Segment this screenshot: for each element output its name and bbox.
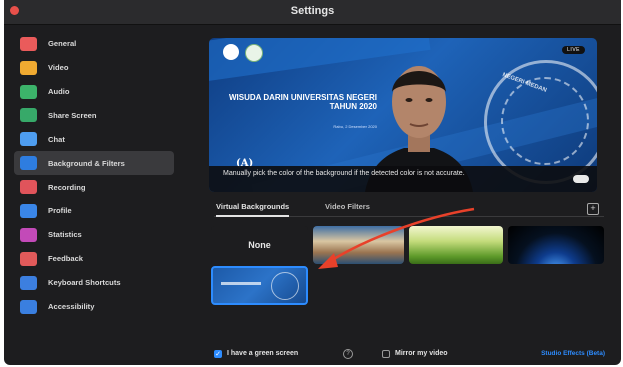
- profile-icon: [20, 203, 37, 218]
- sidebar-item-background-filters[interactable]: Background & Filters: [14, 151, 174, 175]
- thumbnail-text-mark: [221, 282, 261, 285]
- accessibility-icon: [20, 299, 37, 314]
- sidebar-item-label: Audio: [48, 87, 70, 97]
- mirror-video-checkbox[interactable]: [382, 350, 390, 358]
- tab-virtual-backgrounds[interactable]: Virtual Backgrounds: [216, 202, 290, 217]
- keyboard-icon: [20, 275, 37, 290]
- sidebar-item-label: Chat: [48, 134, 65, 144]
- sidebar-item-recording[interactable]: Recording: [14, 175, 174, 199]
- sidebar-item-label: Statistics: [48, 230, 82, 240]
- sidebar-item-chat[interactable]: Chat: [14, 128, 174, 152]
- sidebar-item-label: Keyboard Shortcuts: [48, 278, 121, 288]
- sidebar-item-profile[interactable]: Profile: [14, 199, 174, 223]
- sidebar-item-feedback[interactable]: Feedback: [14, 247, 174, 271]
- institution-logo: [223, 44, 239, 60]
- add-background-icon[interactable]: +: [587, 203, 599, 215]
- live-badge: LIVE: [562, 46, 585, 54]
- sidebar-item-video[interactable]: Video: [14, 56, 174, 80]
- background-custom-thumbnail[interactable]: [211, 266, 308, 305]
- sidebar-item-label: General: [48, 39, 77, 49]
- sidebar-item-keyboard-shortcuts[interactable]: Keyboard Shortcuts: [14, 271, 174, 295]
- background-none[interactable]: None: [211, 226, 308, 264]
- window-title: Settings: [290, 5, 335, 17]
- green-screen-label: I have a green screen: [227, 350, 299, 357]
- background-heading: WISUDA DARIN UNIVERSITAS NEGERI TAHUN 20…: [228, 93, 377, 111]
- sidebar-item-share-screen[interactable]: Share Screen: [14, 104, 174, 128]
- studio-effects-link[interactable]: Studio Effects (Beta): [541, 350, 605, 357]
- university-logo: [245, 44, 263, 62]
- sidebar-item-statistics[interactable]: Statistics: [14, 223, 174, 247]
- sidebar-item-label: Accessibility: [48, 302, 95, 312]
- sidebar-item-label: Background & Filters: [48, 158, 125, 168]
- mirror-video-label: Mirror my video: [395, 350, 448, 357]
- title-bar: Settings: [4, 0, 621, 25]
- sidebar-item-label: Feedback: [48, 254, 84, 264]
- sidebar-item-audio[interactable]: Audio: [14, 80, 174, 104]
- settings-window: Settings General Video Audio Share Screen Ch…: [4, 0, 621, 365]
- background-date: Rabu, 2 Desember 2020: [333, 124, 377, 129]
- feedback-icon: [20, 251, 37, 266]
- statistics-icon: [20, 227, 37, 242]
- gear-icon: [20, 36, 37, 51]
- sidebar-item-label: Video: [48, 63, 69, 73]
- share-screen-icon: [20, 108, 37, 123]
- headphones-icon: [20, 84, 37, 99]
- video-preview: WISUDA DARIN UNIVERSITAS NEGERI TAHUN 20…: [209, 38, 597, 192]
- background-earth-thumbnail[interactable]: [508, 226, 604, 264]
- annotation-arrow-icon: [318, 207, 475, 269]
- record-icon: [20, 180, 37, 195]
- background-options-footer: ✓ I have a green screen ? Mirror my vide…: [209, 348, 609, 362]
- background-icon: [20, 156, 37, 171]
- chat-icon: [20, 132, 37, 147]
- sidebar-item-label: Profile: [48, 206, 72, 216]
- help-icon[interactable]: ?: [343, 349, 353, 359]
- sidebar-item-label: Recording: [48, 182, 86, 192]
- green-screen-checkbox[interactable]: ✓: [214, 350, 222, 358]
- color-pick-caption: Manually pick the color of the backgroun…: [209, 166, 597, 192]
- sidebar-item-label: Share Screen: [48, 110, 97, 120]
- thumbnail-seal-mark: [271, 272, 299, 300]
- color-picker-toggle[interactable]: [573, 175, 589, 183]
- settings-sidebar: General Video Audio Share Screen Chat Backgro…: [14, 32, 174, 319]
- sidebar-item-general[interactable]: General: [14, 32, 174, 56]
- sidebar-item-accessibility[interactable]: Accessibility: [14, 295, 174, 319]
- video-icon: [20, 60, 37, 75]
